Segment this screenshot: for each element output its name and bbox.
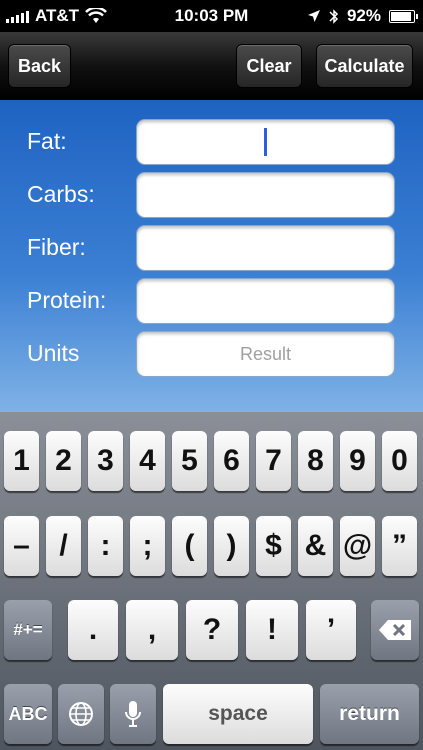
key-digit-2[interactable]: 3 [88, 431, 123, 491]
status-right: 92% [307, 6, 418, 26]
status-bar: AT&T 10:03 PM 92% [0, 0, 423, 32]
protein-field[interactable] [136, 278, 395, 324]
return-label: return [339, 702, 400, 725]
key-digit-1[interactable]: 2 [46, 431, 81, 491]
fiber-label: Fiber: [27, 234, 86, 260]
key-abc[interactable]: ABC [4, 684, 52, 744]
nutrition-form: Fat: Carbs: Fiber: Protein: Units Result [0, 100, 423, 412]
fat-label: Fat: [27, 128, 67, 154]
key-period[interactable]: . [68, 600, 118, 660]
keyboard: #+= . , ? ! ’ ABC space return 123456789… [0, 412, 423, 750]
protein-label: Protein: [27, 287, 107, 313]
key-symbol-2[interactable]: : [88, 516, 123, 576]
key-comma[interactable]: , [126, 600, 178, 660]
return-key[interactable]: return [320, 684, 419, 744]
fat-field[interactable] [136, 119, 395, 165]
location-icon [307, 10, 320, 22]
key-digit-6[interactable]: 7 [256, 431, 291, 491]
key-digit-3[interactable]: 4 [130, 431, 165, 491]
units-label: Units [27, 340, 80, 366]
key-exclamation[interactable]: ! [246, 600, 298, 660]
fiber-field[interactable] [136, 225, 395, 271]
key-symbols-toggle[interactable]: #+= [4, 600, 52, 660]
bluetooth-icon [329, 8, 339, 24]
dictation-key[interactable] [110, 684, 156, 744]
key-digit-5[interactable]: 6 [214, 431, 249, 491]
calculate-button[interactable]: Calculate [316, 44, 413, 88]
delete-icon [379, 620, 411, 640]
fiber-row: Fiber: [0, 225, 423, 271]
battery-icon [389, 9, 418, 23]
key-symbol-0[interactable]: – [4, 516, 39, 576]
key-symbol-9[interactable]: ” [382, 516, 417, 576]
battery-fill [391, 11, 412, 21]
key-digit-7[interactable]: 8 [298, 431, 333, 491]
abc-label: ABC [8, 703, 48, 724]
back-button[interactable]: Back [8, 44, 71, 88]
globe-icon [69, 702, 93, 726]
toolbar: Back Clear Calculate [0, 32, 423, 100]
key-symbol-8[interactable]: @ [340, 516, 375, 576]
protein-row: Protein: [0, 278, 423, 324]
units-result-field[interactable]: Result [136, 331, 395, 377]
symbols-toggle-label: #+= [13, 620, 43, 639]
key-symbol-4[interactable]: ( [172, 516, 207, 576]
key-symbol-7[interactable]: & [298, 516, 333, 576]
text-cursor [264, 128, 267, 156]
carbs-field[interactable] [136, 172, 395, 218]
key-digit-0[interactable]: 1 [4, 431, 39, 491]
key-digit-8[interactable]: 9 [340, 431, 375, 491]
fat-row: Fat: [0, 119, 423, 165]
key-symbol-1[interactable]: / [46, 516, 81, 576]
globe-key[interactable] [58, 684, 104, 744]
key-apostrophe[interactable]: ’ [306, 600, 356, 660]
carbs-row: Carbs: [0, 172, 423, 218]
key-digit-9[interactable]: 0 [382, 431, 417, 491]
clear-button[interactable]: Clear [236, 44, 302, 88]
space-key[interactable]: space [163, 684, 313, 744]
units-row: Units Result [0, 331, 423, 377]
microphone-icon [125, 701, 141, 727]
carbs-label: Carbs: [27, 181, 95, 207]
key-question[interactable]: ? [186, 600, 238, 660]
key-symbol-3[interactable]: ; [130, 516, 165, 576]
key-symbol-5[interactable]: ) [214, 516, 249, 576]
battery-percent: 92% [346, 6, 381, 25]
delete-key[interactable] [371, 600, 419, 660]
key-symbol-6[interactable]: $ [256, 516, 291, 576]
key-digit-4[interactable]: 5 [172, 431, 207, 491]
